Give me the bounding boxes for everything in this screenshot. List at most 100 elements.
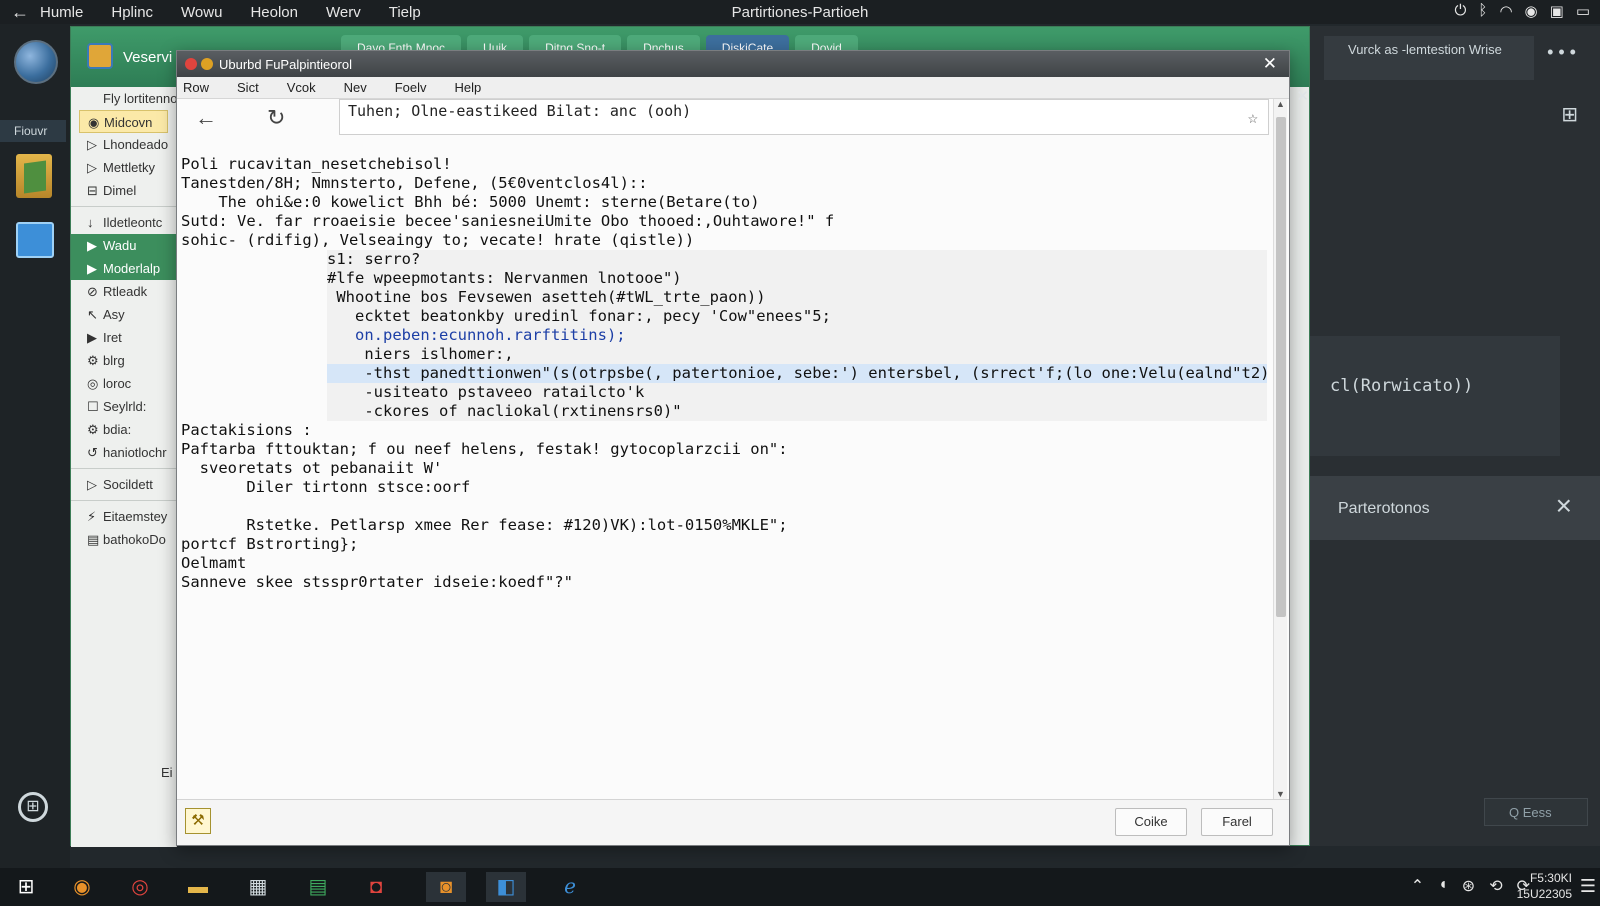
- edge-icon[interactable]: ℯ: [550, 872, 590, 902]
- sidebar-item[interactable]: ⊘ Rtleadk: [71, 280, 176, 303]
- calendar-icon[interactable]: ▦: [238, 872, 278, 902]
- dock-label[interactable]: Fiouvr: [0, 120, 66, 142]
- close-icon[interactable]: ✕: [1263, 54, 1277, 74]
- right-panel-header[interactable]: Vurck as -lemtestion Wrise: [1324, 36, 1534, 80]
- menu-item[interactable]: Foelv: [395, 80, 427, 98]
- sidebar-item-icon: ⚙: [87, 353, 99, 368]
- sidebar-item-label: Lhondeado: [103, 137, 169, 152]
- sidebar-item[interactable]: ⚙ blrg: [71, 349, 176, 372]
- panel-close-icon[interactable]: ✕: [1296, 87, 1309, 105]
- chrome-icon[interactable]: ◎: [120, 872, 160, 902]
- sidebar-item[interactable]: Fly lortitenno: [71, 87, 176, 110]
- menu-item[interactable]: Nev: [344, 80, 367, 98]
- clock[interactable]: F5:30KI 15U22305: [1517, 870, 1572, 902]
- scroll-thumb[interactable]: [1276, 117, 1286, 617]
- scroll-down-icon[interactable]: ▼: [1276, 789, 1285, 799]
- sidebar-item[interactable]: ▶ Wadu: [71, 234, 176, 257]
- top-menu-item[interactable]: Werv: [326, 4, 361, 21]
- files-icon[interactable]: ▬: [178, 872, 218, 902]
- code-line: Paftarba fttouktan; f ou neef helens, fe…: [181, 440, 788, 458]
- top-menu-item[interactable]: Hplinc: [111, 4, 153, 21]
- search-button[interactable]: Q Eess: [1484, 798, 1588, 826]
- sidebar-item[interactable]: ⚙ bdia:: [71, 418, 176, 441]
- spreadsheet-icon[interactable]: ▤: [298, 872, 338, 902]
- sidebar-item[interactable]: ↖ Asy: [71, 303, 176, 326]
- network-icon[interactable]: ⊛: [1462, 876, 1475, 896]
- grid-icon[interactable]: ⊞: [1561, 102, 1578, 127]
- sidebar-item[interactable]: ◎ loroc: [71, 372, 176, 395]
- top-menu-item[interactable]: Heolon: [250, 4, 298, 21]
- drive-icon[interactable]: [16, 222, 54, 258]
- windows-start-icon[interactable]: ⊞: [6, 872, 46, 902]
- sidebar-item[interactable]: ▷ Mettletky: [71, 156, 176, 179]
- ok-button[interactable]: Coike: [1115, 808, 1187, 836]
- battery-icon[interactable]: ▭: [1576, 2, 1590, 20]
- volume-icon[interactable]: ◖: [1438, 876, 1448, 896]
- sidebar-item-label: Moderlalp: [103, 261, 161, 276]
- close-icon[interactable]: ×: [1556, 490, 1572, 522]
- minimize-dot-icon[interactable]: [201, 58, 213, 70]
- record-icon[interactable]: ◉: [1525, 2, 1538, 20]
- sidebar-item[interactable]: ▤ bathokoDo: [71, 528, 176, 551]
- code-line: Pactakisions :: [181, 421, 312, 439]
- top-menu-item[interactable]: Tielp: [389, 4, 421, 21]
- main-dialog: Uburbd FuPalpintieorol ✕ Row Sict Vcok N…: [176, 50, 1309, 846]
- sidebar-divider: [71, 206, 176, 207]
- bluetooth-icon[interactable]: ᛒ: [1478, 2, 1487, 20]
- tools-icon[interactable]: ⚒: [185, 808, 211, 834]
- star-icon[interactable]: ☆: [1248, 108, 1258, 128]
- code-line: Rstetke. Petlarsp xmee Rer fease: #120)V…: [181, 516, 788, 534]
- sidebar-item[interactable]: ▶ Iret: [71, 326, 176, 349]
- notifications-icon[interactable]: ☰: [1580, 876, 1596, 897]
- code-line: sohic- (rdifig), Velseaingy to; vecate! …: [181, 231, 695, 249]
- scroll-up-icon[interactable]: ▲: [1276, 99, 1285, 109]
- firefox-icon[interactable]: ◉: [62, 872, 102, 902]
- code-line: Sanneve skee stsspr0rtater idseie:koedf"…: [181, 573, 573, 591]
- reload-icon[interactable]: ↻: [267, 105, 285, 131]
- vertical-scrollbar[interactable]: ▲ ▼: [1273, 99, 1287, 799]
- back-arrow-icon[interactable]: ←: [195, 105, 217, 131]
- sidebar-item[interactable]: ⊟ Dimel: [71, 179, 176, 202]
- more-options-icon[interactable]: • • •: [1547, 42, 1576, 63]
- code-line: The ohi&e:0 kowelict Bhh bé: 5000 Unemt:…: [181, 193, 760, 211]
- sidebar-item[interactable]: ◉ Midcovn: [79, 110, 168, 133]
- chevron-up-icon[interactable]: ⌃: [1411, 876, 1424, 896]
- back-arrow-icon[interactable]: ←: [0, 2, 40, 23]
- sidebar-item[interactable]: ▷ Lhondeado: [71, 133, 176, 156]
- display-icon[interactable]: ▣: [1550, 2, 1564, 20]
- folder-icon[interactable]: [16, 154, 52, 198]
- browser-icon[interactable]: ◧: [486, 872, 526, 902]
- sidebar-item[interactable]: ⚡ Eitaemstey: [71, 505, 176, 528]
- cancel-button[interactable]: Farel: [1201, 808, 1273, 836]
- address-input[interactable]: Tuhen; Olne-eastikeed Bilat: anc (ooh) ☆: [339, 99, 1269, 135]
- menu-item[interactable]: Vcok: [287, 80, 316, 98]
- code-line: Whootine bos Fevsewen asetteh(#tWL_trte_…: [327, 288, 1267, 307]
- app-grid-icon[interactable]: ⊞: [18, 792, 48, 822]
- sidebar-item[interactable]: ▶ Moderlalp: [71, 257, 176, 280]
- clock-date: 15U22305: [1516, 887, 1572, 901]
- wifi-icon[interactable]: ◠: [1499, 2, 1512, 20]
- code-line: Tanestden/8H; Nmnsterto, Defene, (5€0ven…: [181, 174, 648, 192]
- sidebar-item[interactable]: ☐ Seylrld:: [71, 395, 176, 418]
- power-icon[interactable]: ⏻: [1455, 2, 1467, 20]
- office-icon[interactable]: ◘: [356, 872, 396, 902]
- gallery-icon[interactable]: ◙: [426, 872, 466, 902]
- sidebar-item-label: Ildetleontc: [103, 215, 163, 230]
- menu-item[interactable]: Row: [183, 80, 209, 98]
- sidebar-item-icon: ▶: [87, 238, 97, 253]
- close-dot-icon[interactable]: [185, 58, 197, 70]
- menu-item[interactable]: Sict: [237, 80, 259, 98]
- sidebar-item[interactable]: ↺ haniotlochr: [71, 441, 176, 464]
- globe-icon[interactable]: [14, 40, 58, 84]
- sidebar-item-icon: ▶: [87, 261, 97, 276]
- top-menu-item[interactable]: Humle: [40, 4, 83, 21]
- top-menu-item[interactable]: Wowu: [181, 4, 222, 21]
- sidebar-item-icon: ◉: [88, 115, 100, 130]
- menu-item[interactable]: Help: [455, 80, 482, 98]
- sidebar-item-icon: ↖: [87, 307, 98, 322]
- sidebar-footer-label: Ei: [161, 765, 173, 780]
- sidebar-item[interactable]: ↓ Ildetleontc: [71, 211, 176, 234]
- code-editor[interactable]: Poli rucavitan_nesetchebisol! Tanestden/8…: [181, 155, 1271, 795]
- sidebar-item[interactable]: ▷ Socildett: [71, 473, 176, 496]
- sync-icon[interactable]: ⟲: [1489, 876, 1502, 896]
